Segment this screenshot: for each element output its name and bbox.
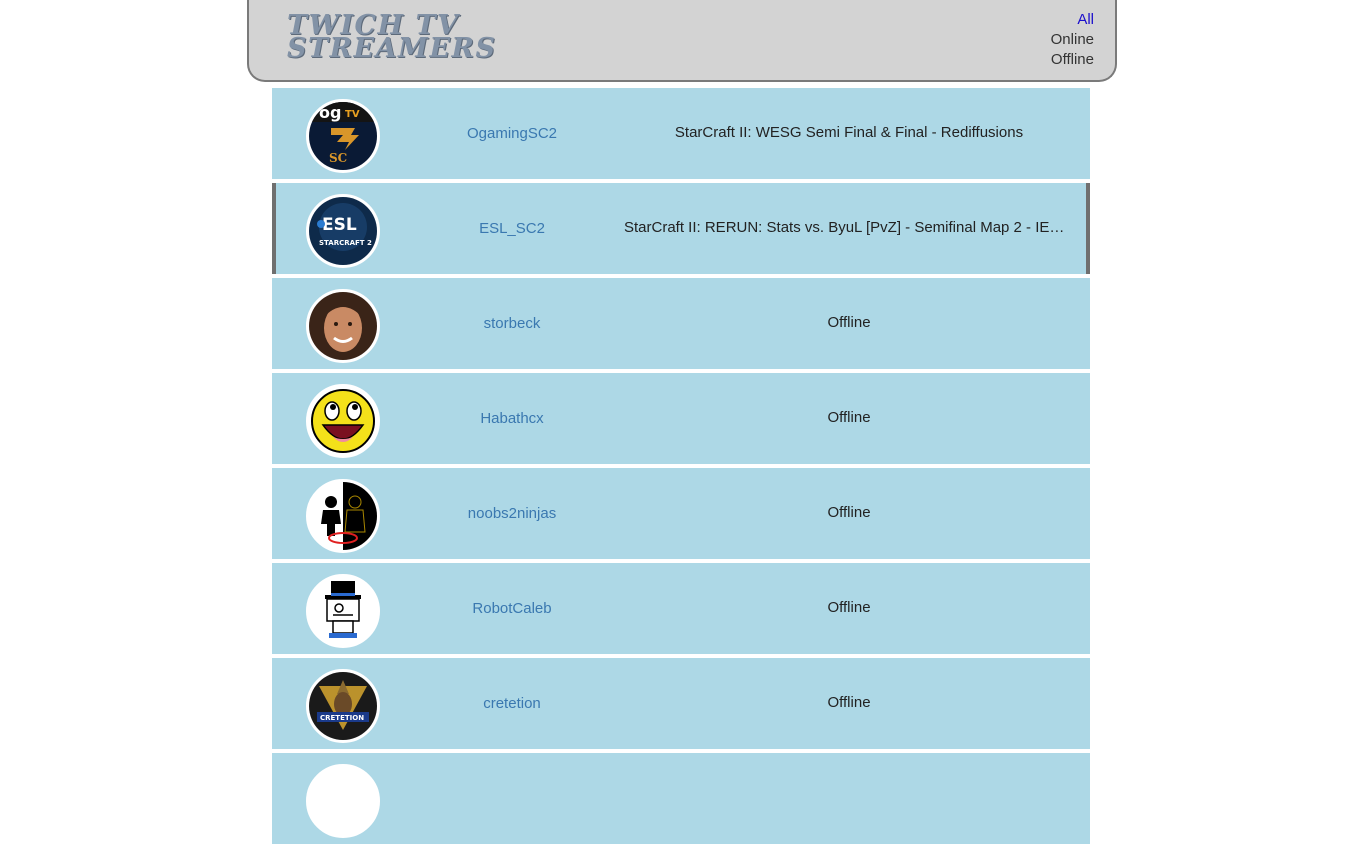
- streamer-row[interactable]: og TV SC OgamingSC2 StarCraft II: WESG S…: [272, 88, 1090, 179]
- filter-online-link[interactable]: Online: [1051, 30, 1094, 50]
- stream-status: Offline: [827, 314, 871, 331]
- streamer-row[interactable]: Habathcx Offline: [272, 373, 1090, 464]
- svg-text:CRETETION: CRETETION: [320, 714, 364, 722]
- streamer-name-link[interactable]: cretetion: [422, 695, 602, 712]
- stream-status: Offline: [827, 599, 871, 616]
- logo-line-2: STREAMERS: [287, 33, 497, 64]
- noobs2ninjas-avatar[interactable]: [306, 479, 380, 553]
- filter-all-link[interactable]: All: [1051, 10, 1094, 30]
- app-logo: TWICH TV STREAMERS: [287, 12, 512, 64]
- stream-status: Offline: [827, 504, 871, 521]
- streamer-name-link[interactable]: Habathcx: [422, 410, 602, 427]
- streamer-row[interactable]: noobs2ninjas Offline: [272, 468, 1090, 559]
- streamer-name-link[interactable]: ESL_SC2: [422, 220, 602, 237]
- stream-status: Offline: [827, 409, 871, 426]
- storbeck-avatar[interactable]: [306, 289, 380, 363]
- streamer-name-link[interactable]: storbeck: [422, 315, 602, 332]
- svg-text:og: og: [319, 103, 341, 122]
- streamer-name-link[interactable]: RobotCaleb: [422, 600, 602, 617]
- robotcaleb-avatar[interactable]: [306, 574, 380, 648]
- stream-status: StarCraft II: WESG Semi Final & Final - …: [674, 124, 1024, 141]
- stream-status: Offline: [827, 694, 871, 711]
- streamer-row[interactable]: ESL STARCRAFT 2 ESL_SC2 StarCraft II: RE…: [272, 183, 1090, 274]
- ogaming-avatar[interactable]: og TV SC: [306, 99, 380, 173]
- svg-text:STARCRAFT 2: STARCRAFT 2: [319, 239, 372, 247]
- status-filter-menu: All Online Offline: [1051, 10, 1094, 70]
- cretetion-avatar[interactable]: CRETETION: [306, 669, 380, 743]
- streamer-name-link[interactable]: OgamingSC2: [422, 125, 602, 142]
- streamer-avatar[interactable]: [306, 764, 380, 838]
- habathcx-avatar[interactable]: [306, 384, 380, 458]
- streamer-row[interactable]: RobotCaleb Offline: [272, 563, 1090, 654]
- app-header: TWICH TV STREAMERS All Online Offline: [247, 0, 1117, 82]
- stream-status: StarCraft II: RERUN: Stats vs. ByuL [PvZ…: [624, 219, 1074, 236]
- svg-text:ESL: ESL: [322, 215, 357, 235]
- streamer-name-link[interactable]: noobs2ninjas: [422, 505, 602, 522]
- streamer-list: og TV SC OgamingSC2 StarCraft II: WESG S…: [272, 88, 1090, 848]
- streamer-row[interactable]: [272, 753, 1090, 844]
- esl-avatar[interactable]: ESL STARCRAFT 2: [306, 194, 380, 268]
- filter-offline-link[interactable]: Offline: [1051, 50, 1094, 70]
- svg-text:SC: SC: [329, 151, 347, 165]
- streamer-row[interactable]: CRETETION cretetion Offline: [272, 658, 1090, 749]
- svg-text:TV: TV: [345, 109, 360, 120]
- streamer-row[interactable]: storbeck Offline: [272, 278, 1090, 369]
